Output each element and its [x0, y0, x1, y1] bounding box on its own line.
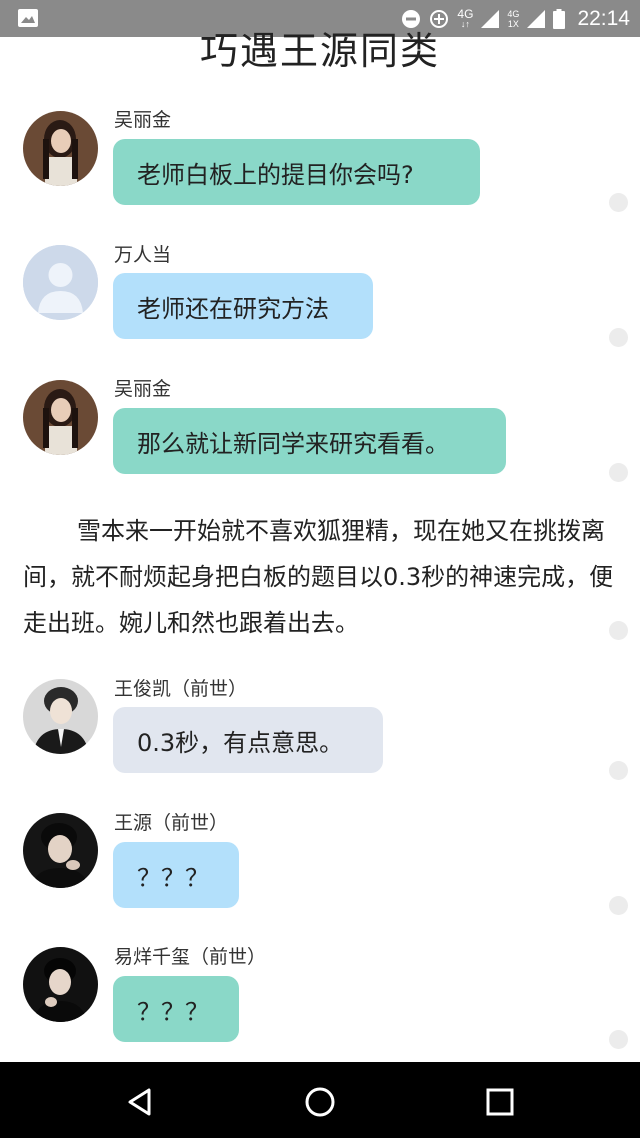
message-bubble[interactable]: ？？？ — [113, 976, 239, 1042]
sender-name: 吴丽金 — [114, 378, 172, 400]
message-bubble[interactable]: 那么就让新同学来研究看看。 — [113, 408, 506, 474]
message-bubble[interactable]: 0.3秒，有点意思。 — [113, 707, 383, 773]
sender-name: 万人当 — [114, 244, 172, 266]
sender-name: 王俊凯（前世） — [114, 678, 248, 700]
back-triangle-icon[interactable] — [120, 1082, 160, 1122]
sender-name: 吴丽金 — [114, 109, 172, 131]
read-indicator-dot — [609, 896, 628, 915]
sender-name: 王源（前世） — [114, 812, 229, 834]
navigation-bar — [0, 1062, 640, 1138]
read-indicator-dot — [609, 1030, 628, 1049]
avatar[interactable] — [23, 947, 98, 1022]
avatar[interactable] — [23, 380, 98, 455]
read-indicator-dot — [609, 193, 628, 212]
message-bubble[interactable]: 老师白板上的提目你会吗? — [113, 139, 480, 205]
message-bubble[interactable]: ？？？ — [113, 842, 239, 908]
read-indicator-dot — [609, 328, 628, 347]
sender-name: 易烊千玺（前世） — [114, 946, 267, 968]
read-indicator-dot — [609, 761, 628, 780]
avatar[interactable] — [23, 111, 98, 186]
page-title: 巧遇王源同类 — [199, 29, 440, 73]
read-indicator-dot — [609, 621, 628, 640]
avatar[interactable] — [23, 679, 98, 754]
default-avatar-icon[interactable] — [23, 245, 98, 320]
recents-square-icon[interactable] — [480, 1082, 520, 1122]
read-indicator-dot — [609, 463, 628, 482]
avatar[interactable] — [23, 813, 98, 888]
narration-text: 雪本来一开始就不喜欢狐狸精，现在她又在挑拨离间，就不耐烦起身把白板的题目以0.3… — [23, 517, 614, 637]
home-circle-icon[interactable] — [300, 1082, 340, 1122]
message-bubble[interactable]: 老师还在研究方法 — [113, 273, 373, 339]
